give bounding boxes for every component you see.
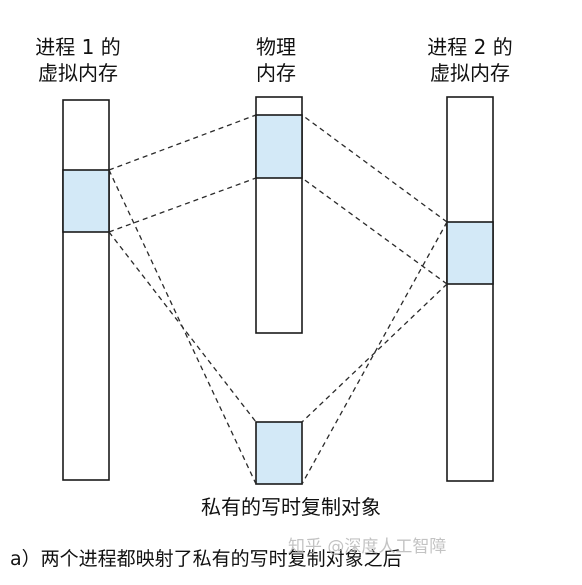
p1-to-physical-bottom-line [108,177,257,233]
p2-to-object-bottom-line [301,283,448,423]
watermark: 知乎 @深度人工智障 [288,537,447,557]
process2-mapped-region [446,221,494,285]
cow-object-label: 私有的写时复制对象 [201,495,381,519]
cow-object-box [255,421,303,485]
p2-to-physical-top-line [301,114,448,223]
process1-mapped-region [62,169,110,233]
process2-vm-column [446,96,494,482]
physical-mapped-region [255,114,303,179]
p2-to-physical-bottom-line [301,177,448,285]
p1-to-object-bottom-line [108,231,257,423]
p1-to-physical-top-line [108,114,257,171]
process1-vm-column [62,99,110,481]
